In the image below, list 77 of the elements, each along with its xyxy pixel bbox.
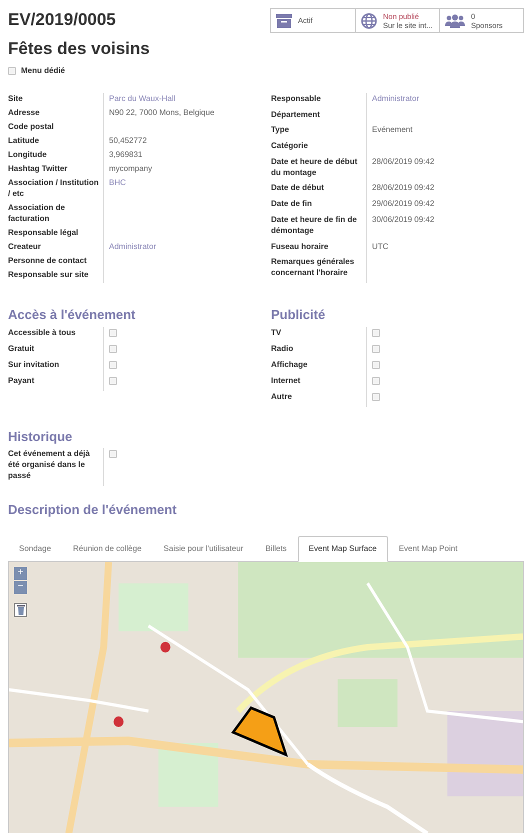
field-label: Association / Institution / etc	[8, 177, 99, 199]
checkbox[interactable]	[372, 376, 380, 384]
checkbox[interactable]	[109, 344, 117, 352]
field-label: Catégorie	[271, 140, 309, 152]
zoom-out-button[interactable]: −	[14, 580, 27, 594]
field-label: Date et heure de début du montage	[271, 156, 358, 178]
checkbox[interactable]	[372, 360, 380, 368]
users-icon	[445, 14, 465, 28]
archive-box-icon	[276, 14, 292, 28]
tab[interactable]: Saisie pour l'utilisateur	[152, 536, 254, 562]
field-label: Adresse	[8, 107, 41, 118]
checkbox-label: Affichage	[271, 358, 308, 370]
map-view[interactable]: + −	[8, 562, 524, 833]
tab[interactable]: Sondage	[8, 536, 62, 562]
field-label: Date de début	[271, 182, 325, 194]
globe-icon	[361, 12, 377, 28]
field-label: Personne de contact	[8, 255, 88, 266]
field-label: Responsable légal	[8, 227, 80, 238]
checkbox-label: Sur invitation	[8, 358, 60, 370]
checkbox-label: Cet événement a déjà été organisé dans le passé	[8, 448, 91, 481]
tab[interactable]: Event Map Surface	[298, 536, 388, 562]
section-heading: Publicité	[271, 306, 326, 324]
tab[interactable]: Billets	[254, 536, 298, 562]
field-label: Date et heure de fin de démontage	[271, 214, 358, 236]
field-link[interactable]: Administrator	[109, 241, 261, 252]
field-label: Département	[271, 108, 321, 120]
field-value: 28/06/2019 09:42	[372, 156, 436, 167]
checkbox-label: TV	[271, 326, 282, 338]
field-value: N90 22, 7000 Mons, Belgique	[109, 107, 216, 118]
section-heading: Description de l'événement	[8, 501, 178, 519]
checkbox-label: Internet	[271, 374, 302, 386]
field-value: UTC	[372, 240, 390, 252]
checkbox[interactable]	[109, 360, 117, 368]
tab[interactable]: Réunion de collège	[62, 536, 153, 562]
record-reference: EV/2019/0005	[8, 9, 116, 31]
field-label: Responsable	[271, 93, 322, 104]
field-label: Hashtag Twitter	[8, 163, 68, 174]
checkbox-label: Autre	[271, 390, 293, 402]
checkbox-label: Accessible à tous	[8, 326, 77, 338]
field-label: Fuseau horaire	[271, 240, 330, 252]
field-link[interactable]: Parc du Waux-Hall	[109, 93, 261, 104]
field-value: 50,452772	[109, 135, 148, 146]
tab[interactable]: Event Map Point	[388, 536, 468, 562]
field-label: Association de facturation	[8, 202, 66, 224]
zoom-in-button[interactable]: +	[14, 566, 27, 580]
checkbox[interactable]	[372, 392, 380, 400]
event-title: Fêtes des voisins	[8, 38, 151, 60]
field-value: 28/06/2019 09:42	[372, 182, 436, 194]
field-label: Createur	[8, 241, 42, 252]
field-link[interactable]: BHC	[109, 177, 261, 188]
section-heading: Historique	[8, 428, 74, 446]
field-label: Responsable sur site	[8, 269, 90, 280]
checkbox-label: Radio	[271, 342, 294, 354]
field-value: 29/06/2019 09:42	[372, 198, 436, 210]
field-label: Latitude	[8, 135, 40, 146]
field-label: Code postal	[8, 121, 55, 132]
field-label: Remarques générales concernant l'horaire	[271, 256, 356, 278]
field-label: Site	[8, 93, 24, 104]
field-value: 30/06/2019 09:42	[372, 214, 436, 225]
checkbox[interactable]	[372, 344, 380, 352]
checkbox[interactable]	[109, 450, 117, 458]
field-value: Evénement	[372, 124, 414, 136]
checkbox[interactable]	[372, 328, 380, 336]
field-value: mycompany	[109, 163, 154, 174]
delete-icon[interactable]	[14, 602, 27, 616]
field-label: Date de fin	[271, 198, 313, 210]
checkbox[interactable]	[109, 376, 117, 384]
section-heading: Accès à l'événement	[8, 306, 136, 324]
checkbox-label: Payant	[8, 374, 36, 386]
checkbox-label: Menu dédié	[21, 65, 66, 77]
checkbox-label: Gratuit	[8, 342, 36, 354]
field-label: Type	[271, 124, 290, 136]
field-label: Longitude	[8, 149, 48, 160]
field-link[interactable]: Administrator	[372, 93, 524, 104]
checkbox[interactable]	[109, 328, 117, 336]
checkbox[interactable]	[8, 67, 16, 75]
field-value: 3,969831	[109, 149, 144, 160]
